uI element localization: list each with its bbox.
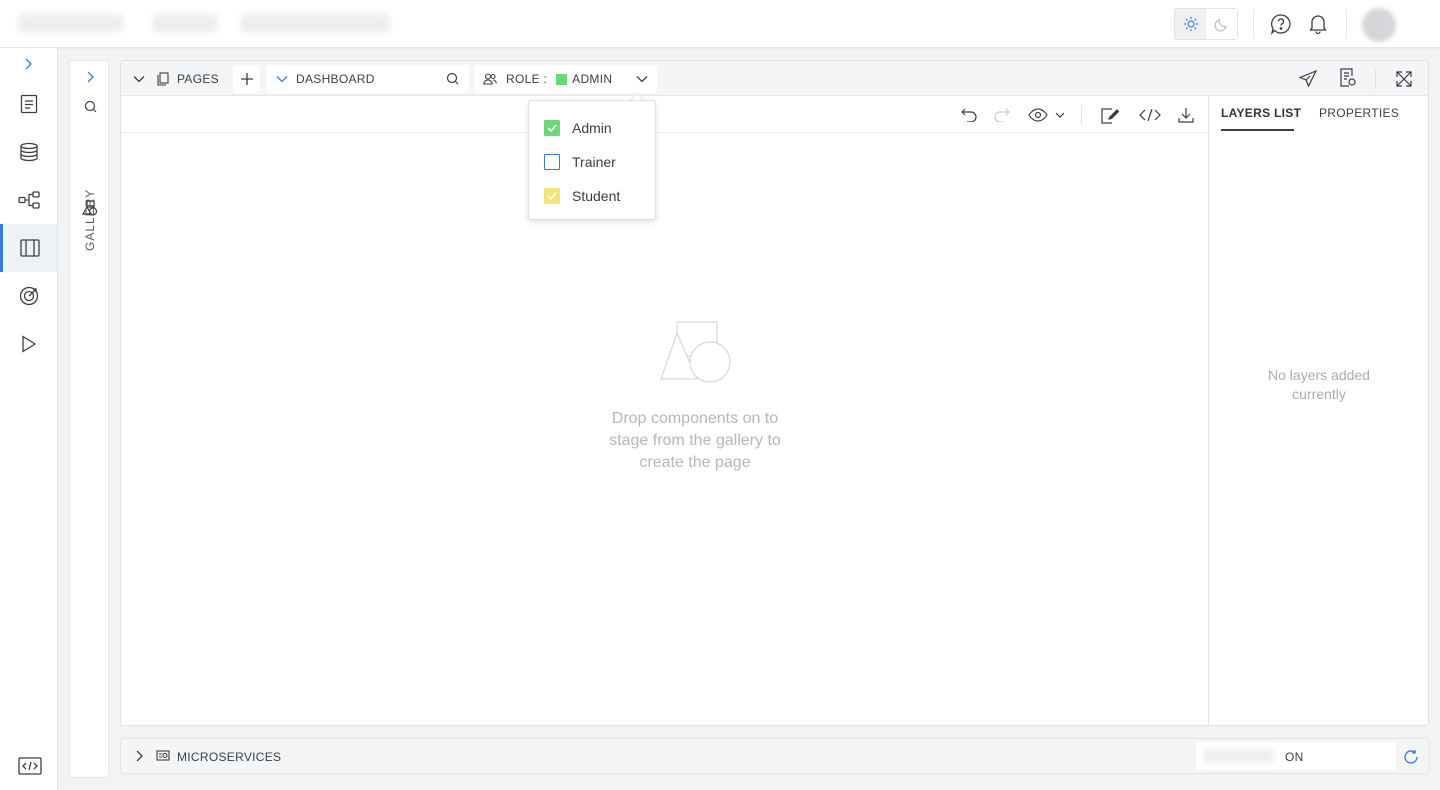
workflow-icon[interactable] <box>0 176 57 224</box>
chevron-down-icon[interactable] <box>276 75 288 83</box>
role-option-trainer[interactable]: Trainer <box>544 152 616 172</box>
database-icon[interactable] <box>0 128 57 176</box>
checkbox-checked-icon[interactable] <box>544 120 560 136</box>
microservices-label: MICROSERVICES <box>177 750 282 764</box>
undo-icon[interactable] <box>959 105 979 125</box>
role-option-label: Student <box>572 188 621 204</box>
checkbox-unchecked-icon[interactable] <box>544 154 560 170</box>
role-selector[interactable]: ROLE : ADMIN <box>474 65 657 93</box>
pages-icon <box>155 70 171 88</box>
role-option-admin[interactable]: Admin <box>544 118 612 138</box>
role-label: ROLE : <box>506 72 548 86</box>
role-dropdown: Admin Trainer Student <box>528 100 656 220</box>
tab-properties[interactable]: PROPERTIES <box>1319 106 1399 120</box>
divider <box>1375 69 1376 89</box>
page-builder-icon[interactable] <box>0 224 57 272</box>
redo-icon[interactable] <box>992 105 1012 125</box>
users-icon <box>483 73 497 85</box>
role-option-label: Admin <box>572 120 612 136</box>
document-icon[interactable] <box>0 80 57 128</box>
refresh-icon[interactable] <box>1401 747 1421 767</box>
code-icon[interactable] <box>1138 105 1162 125</box>
play-icon[interactable] <box>0 320 57 368</box>
download-icon[interactable] <box>1176 105 1196 125</box>
no-layers-message: No layers added currently <box>1268 367 1370 402</box>
theme-toggle[interactable] <box>1174 8 1238 40</box>
chevron-right-icon[interactable] <box>131 748 147 764</box>
add-page-button[interactable] <box>233 65 260 93</box>
target-icon[interactable] <box>0 272 57 320</box>
blurred-menu-item[interactable] <box>240 14 390 32</box>
divider <box>1081 105 1082 125</box>
code-icon[interactable] <box>17 756 43 776</box>
moon-icon[interactable] <box>1206 9 1237 39</box>
empty-canvas-message: Drop components on to stage from the gal… <box>609 410 781 471</box>
expand-icon[interactable] <box>1393 68 1415 90</box>
role-color-swatch <box>556 73 568 85</box>
canvas-toolbar <box>121 96 1208 133</box>
pages-toolbar: PAGES DASHBOARD ROLE : ADMIN <box>121 61 1428 96</box>
checkbox-checked-icon[interactable] <box>544 188 560 204</box>
page-builder-panel: PAGES DASHBOARD ROLE : ADMIN Drop compon… <box>120 60 1429 726</box>
gallery-panel: GALLERY <box>69 60 109 778</box>
edit-icon[interactable] <box>1099 105 1121 125</box>
active-tab-indicator <box>1221 129 1294 131</box>
microservices-bar: MICROSERVICES ON <box>120 738 1429 774</box>
role-option-student[interactable]: Student <box>544 186 620 206</box>
chevron-right-icon[interactable] <box>18 54 38 74</box>
avatar[interactable] <box>1362 8 1396 42</box>
service-status-field[interactable]: ON <box>1196 742 1396 770</box>
chevron-down-icon[interactable] <box>636 75 648 83</box>
blurred-service-name <box>1204 749 1274 763</box>
divider <box>1346 10 1347 38</box>
sun-icon[interactable] <box>1175 9 1206 39</box>
service-status: ON <box>1285 750 1304 764</box>
publish-icon[interactable] <box>1297 68 1319 90</box>
chevron-down-icon[interactable] <box>131 71 147 87</box>
shapes-icon <box>659 321 731 383</box>
divider <box>1253 10 1254 38</box>
role-value: ADMIN <box>572 72 613 86</box>
help-icon[interactable] <box>1268 12 1294 36</box>
bell-icon[interactable] <box>1305 12 1331 36</box>
shapes-icon[interactable] <box>81 199 99 217</box>
preview-icon[interactable] <box>1026 105 1066 125</box>
blurred-menu-item[interactable] <box>152 14 218 32</box>
search-icon[interactable] <box>82 98 98 114</box>
page-settings-icon[interactable] <box>1337 67 1359 89</box>
search-icon[interactable] <box>446 72 459 85</box>
pages-label: PAGES <box>177 72 219 86</box>
logo-placeholder <box>18 14 123 32</box>
top-bar <box>0 0 1440 48</box>
right-panel: LAYERS LIST PROPERTIES No layers added c… <box>1208 96 1428 725</box>
left-nav <box>0 48 58 790</box>
microservices-icon <box>155 748 171 764</box>
page-selector[interactable]: DASHBOARD <box>266 65 469 93</box>
chevron-right-icon[interactable] <box>82 69 98 85</box>
tab-layers-list[interactable]: LAYERS LIST <box>1221 106 1301 120</box>
current-page-name: DASHBOARD <box>296 72 375 86</box>
role-option-label: Trainer <box>572 154 616 170</box>
